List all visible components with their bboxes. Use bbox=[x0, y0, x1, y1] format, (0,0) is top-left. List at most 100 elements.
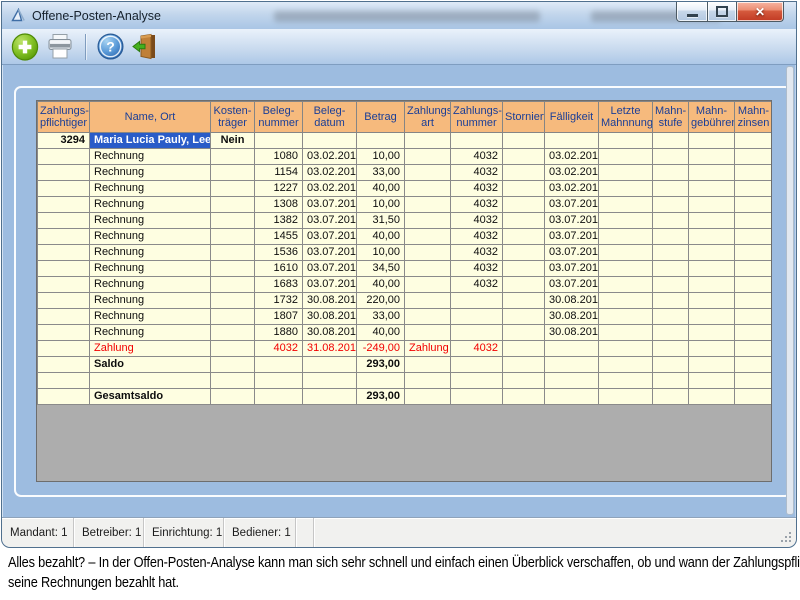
cell-belegnummer[interactable]: 4032 bbox=[255, 341, 303, 357]
cell-letzte_mahnung[interactable] bbox=[599, 245, 653, 261]
cell-faelligkeit[interactable]: 03.07.2012 bbox=[545, 213, 599, 229]
cell-storniert[interactable] bbox=[503, 149, 545, 165]
cell-zahlungsart[interactable] bbox=[405, 245, 451, 261]
column-header-belegnummer[interactable]: Beleg-nummer bbox=[255, 102, 303, 133]
cell-mahnstufe[interactable] bbox=[653, 373, 689, 389]
cell-mahnzinsen[interactable] bbox=[735, 293, 773, 309]
cell-mahnzinsen[interactable] bbox=[735, 229, 773, 245]
cell-zahlungsnummer[interactable] bbox=[451, 389, 503, 405]
cell-belegnummer[interactable]: 1683 bbox=[255, 277, 303, 293]
cell-zahlungsnummer[interactable] bbox=[451, 357, 503, 373]
cell-zahlungspflichtiger[interactable] bbox=[38, 341, 90, 357]
cell-name[interactable]: Saldo bbox=[90, 357, 211, 373]
cell-zahlungspflichtiger[interactable] bbox=[38, 325, 90, 341]
cell-letzte_mahnung[interactable] bbox=[599, 293, 653, 309]
cell-name[interactable]: Rechnung bbox=[90, 197, 211, 213]
cell-zahlungsnummer[interactable] bbox=[451, 325, 503, 341]
cell-kostentraeger[interactable] bbox=[211, 293, 255, 309]
cell-mahngebuehren[interactable] bbox=[689, 341, 735, 357]
cell-mahngebuehren[interactable] bbox=[689, 277, 735, 293]
cell-storniert[interactable] bbox=[503, 165, 545, 181]
print-button[interactable] bbox=[46, 33, 74, 60]
cell-zahlungspflichtiger[interactable]: 3294 bbox=[38, 133, 90, 149]
cell-kostentraeger[interactable] bbox=[211, 277, 255, 293]
cell-mahnstufe[interactable] bbox=[653, 133, 689, 149]
cell-betrag[interactable] bbox=[357, 373, 405, 389]
cell-mahnstufe[interactable] bbox=[653, 293, 689, 309]
column-header-letzte_mahnung[interactable]: Letzte Mahnnung bbox=[599, 102, 653, 133]
cell-letzte_mahnung[interactable] bbox=[599, 373, 653, 389]
cell-belegnummer[interactable]: 1880 bbox=[255, 325, 303, 341]
cell-kostentraeger[interactable] bbox=[211, 325, 255, 341]
cell-zahlungsart[interactable] bbox=[405, 149, 451, 165]
cell-belegdatum[interactable]: 03.07.2012 bbox=[303, 277, 357, 293]
column-header-mahnstufe[interactable]: Mahn-stufe bbox=[653, 102, 689, 133]
cell-kostentraeger[interactable] bbox=[211, 389, 255, 405]
column-header-belegdatum[interactable]: Beleg-datum bbox=[303, 102, 357, 133]
resize-grip-icon[interactable] bbox=[789, 540, 791, 542]
cell-storniert[interactable] bbox=[503, 309, 545, 325]
cell-mahngebuehren[interactable] bbox=[689, 357, 735, 373]
add-button[interactable] bbox=[11, 33, 39, 61]
cell-zahlungsnummer[interactable]: 4032 bbox=[451, 197, 503, 213]
cell-mahnstufe[interactable] bbox=[653, 357, 689, 373]
column-header-zahlungsart[interactable]: Zahlungs-art bbox=[405, 102, 451, 133]
cell-zahlungspflichtiger[interactable] bbox=[38, 149, 90, 165]
cell-zahlungspflichtiger[interactable] bbox=[38, 389, 90, 405]
cell-zahlungsnummer[interactable]: 4032 bbox=[451, 245, 503, 261]
cell-kostentraeger[interactable] bbox=[211, 373, 255, 389]
cell-belegdatum[interactable]: 30.08.2012 bbox=[303, 325, 357, 341]
cell-belegnummer[interactable] bbox=[255, 133, 303, 149]
cell-zahlungspflichtiger[interactable] bbox=[38, 373, 90, 389]
cell-name[interactable]: Rechnung bbox=[90, 229, 211, 245]
cell-faelligkeit[interactable]: 03.07.2012 bbox=[545, 277, 599, 293]
cell-belegnummer[interactable]: 1732 bbox=[255, 293, 303, 309]
cell-name[interactable]: Rechnung bbox=[90, 309, 211, 325]
cell-name[interactable] bbox=[90, 373, 211, 389]
cell-letzte_mahnung[interactable] bbox=[599, 357, 653, 373]
cell-name[interactable]: Maria Lucia Pauly, Leer bbox=[90, 133, 211, 149]
cell-faelligkeit[interactable] bbox=[545, 133, 599, 149]
cell-zahlungsart[interactable] bbox=[405, 181, 451, 197]
cell-storniert[interactable] bbox=[503, 341, 545, 357]
cell-faelligkeit[interactable]: 03.02.2012 bbox=[545, 181, 599, 197]
cell-name[interactable]: Rechnung bbox=[90, 277, 211, 293]
cell-zahlungsnummer[interactable] bbox=[451, 373, 503, 389]
cell-zahlungsart[interactable]: Zahlung bbox=[405, 341, 451, 357]
cell-belegnummer[interactable]: 1455 bbox=[255, 229, 303, 245]
cell-zahlungsart[interactable] bbox=[405, 197, 451, 213]
cell-faelligkeit[interactable] bbox=[545, 357, 599, 373]
cell-mahnzinsen[interactable] bbox=[735, 261, 773, 277]
cell-belegnummer[interactable] bbox=[255, 389, 303, 405]
cell-mahnzinsen[interactable] bbox=[735, 325, 773, 341]
cell-betrag[interactable]: 293,00 bbox=[357, 389, 405, 405]
cell-zahlungsart[interactable] bbox=[405, 373, 451, 389]
cell-name[interactable]: Zahlung bbox=[90, 341, 211, 357]
cell-mahngebuehren[interactable] bbox=[689, 325, 735, 341]
maximize-button[interactable] bbox=[708, 2, 736, 22]
cell-betrag[interactable]: 10,00 bbox=[357, 197, 405, 213]
vertical-scrollbar[interactable] bbox=[786, 66, 794, 515]
cell-mahnstufe[interactable] bbox=[653, 229, 689, 245]
cell-betrag[interactable]: 40,00 bbox=[357, 181, 405, 197]
cell-betrag[interactable]: 40,00 bbox=[357, 325, 405, 341]
cell-mahnzinsen[interactable] bbox=[735, 181, 773, 197]
cell-betrag[interactable]: 10,00 bbox=[357, 245, 405, 261]
cell-storniert[interactable] bbox=[503, 357, 545, 373]
cell-belegnummer[interactable] bbox=[255, 357, 303, 373]
cell-zahlungspflichtiger[interactable] bbox=[38, 261, 90, 277]
cell-belegdatum[interactable] bbox=[303, 133, 357, 149]
cell-name[interactable]: Rechnung bbox=[90, 293, 211, 309]
cell-mahnstufe[interactable] bbox=[653, 341, 689, 357]
cell-zahlungsnummer[interactable]: 4032 bbox=[451, 165, 503, 181]
cell-kostentraeger[interactable] bbox=[211, 213, 255, 229]
cell-zahlungsart[interactable] bbox=[405, 293, 451, 309]
cell-mahnzinsen[interactable] bbox=[735, 245, 773, 261]
cell-zahlungsnummer[interactable]: 4032 bbox=[451, 229, 503, 245]
cell-mahnzinsen[interactable] bbox=[735, 197, 773, 213]
cell-mahngebuehren[interactable] bbox=[689, 149, 735, 165]
cell-zahlungsart[interactable] bbox=[405, 325, 451, 341]
cell-zahlungsnummer[interactable]: 4032 bbox=[451, 261, 503, 277]
cell-kostentraeger[interactable] bbox=[211, 341, 255, 357]
cell-mahngebuehren[interactable] bbox=[689, 165, 735, 181]
